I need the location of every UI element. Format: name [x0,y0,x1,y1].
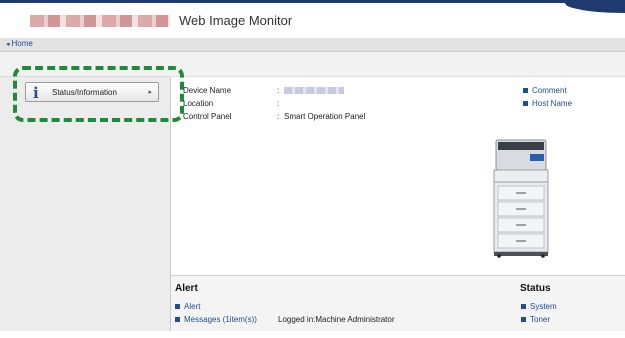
comment-link-label: Comment [532,86,567,95]
control-panel-key: Control Panel [183,112,232,121]
info-icon: i [33,84,39,102]
header-bar: Web Image Monitor [0,0,625,41]
bullet-square-icon [523,101,528,107]
sub-toolbar [0,52,625,77]
alert-link-label: Alert [184,302,201,311]
toner-link[interactable]: Toner [521,315,557,328]
messages-link-label: Messages (1item(s)) [184,315,257,324]
comment-link[interactable]: Comment [523,86,572,99]
device-name-value [284,86,344,95]
separator: : [277,99,280,108]
redacted-device-name [284,87,344,95]
host-name-link-label: Host Name [532,99,573,108]
right-links: Comment Host Name [523,86,572,112]
bullet-square-icon [175,317,180,323]
system-link-label: System [530,302,557,311]
device-info-table: Device Name : Location : Control Panel :… [183,86,483,125]
host-name-link[interactable]: Host Name [523,99,572,112]
breadcrumb: ◂ Home [0,38,625,52]
location-key: Location [183,99,214,108]
messages-link[interactable]: Messages (1item(s)) [175,315,257,328]
bullet-square-icon [521,304,526,310]
status-heading: Status [520,283,551,294]
separator: : [277,112,280,121]
alert-link[interactable]: Alert [175,302,257,315]
app-title: Web Image Monitor [179,13,293,28]
toner-link-label: Toner [530,315,551,324]
home-link[interactable]: ◂ Home [6,39,33,48]
system-link[interactable]: System [521,302,557,315]
status-information-button[interactable]: i Status/Information ▸ [25,82,159,102]
bullet-square-icon [175,304,180,310]
status-links: System Toner [521,302,557,328]
bullet-square-icon [523,88,528,94]
location-row: Location : [183,99,483,112]
chevron-right-icon: ▸ [148,88,152,96]
control-panel-value: Smart Operation Panel [284,112,366,121]
brand-logo [30,15,170,27]
alert-links: Alert Messages (1item(s)) [175,302,257,328]
status-information-label: Status/Information [52,88,117,97]
bullet-square-icon [521,317,526,323]
home-link-label: Home [11,39,33,48]
header-swoosh [565,3,625,13]
control-panel-row: Control Panel : Smart Operation Panel [183,112,483,125]
printer-image [493,139,549,258]
device-name-key: Device Name [183,86,232,95]
logged-in-status: Logged in:Machine Administrator [278,315,395,324]
sidebar [0,77,171,331]
separator: : [277,86,280,95]
alert-heading: Alert [175,283,198,294]
footer-strip [0,331,625,338]
chevron-left-icon: ◂ [6,41,10,48]
device-name-row: Device Name : [183,86,483,99]
